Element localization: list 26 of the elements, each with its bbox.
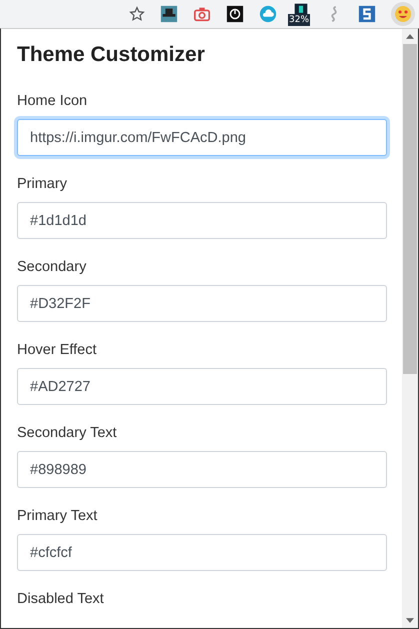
scroll-down-icon[interactable] [406, 618, 414, 623]
scroll-thumb[interactable] [403, 44, 417, 374]
camera-icon[interactable] [193, 5, 211, 23]
field-label: Hover Effect [17, 342, 98, 358]
text-field[interactable]: #cfcfcf [17, 534, 387, 571]
field-label: Primary [17, 176, 68, 192]
field-label: Secondary [17, 259, 88, 275]
text-field[interactable]: https://i.imgur.com/FwFCAcD.png [17, 119, 387, 156]
scroll-up-icon[interactable] [406, 34, 414, 39]
emoji-avatar-icon[interactable] [391, 2, 415, 26]
field-label: Primary Text [17, 508, 98, 524]
extension-badge: 32% [288, 14, 310, 26]
cloud-icon[interactable] [259, 5, 277, 23]
field-label: Secondary Text [17, 425, 118, 441]
star-icon[interactable] [129, 6, 145, 22]
field-label: Home Icon [17, 93, 88, 109]
text-field[interactable]: #1d1d1d [17, 202, 387, 239]
text-field[interactable]: #D32F2F [17, 285, 387, 322]
hat-icon[interactable] [160, 5, 178, 23]
s-logo-icon[interactable] [358, 5, 376, 23]
popup-title: Theme Customizer [17, 43, 206, 67]
timer-icon[interactable] [226, 5, 244, 23]
text-field[interactable]: #AD2727 [17, 368, 387, 405]
field-label: Disabled Text [17, 591, 105, 607]
scrollbar[interactable] [402, 29, 418, 628]
text-field[interactable]: #898989 [17, 451, 387, 488]
